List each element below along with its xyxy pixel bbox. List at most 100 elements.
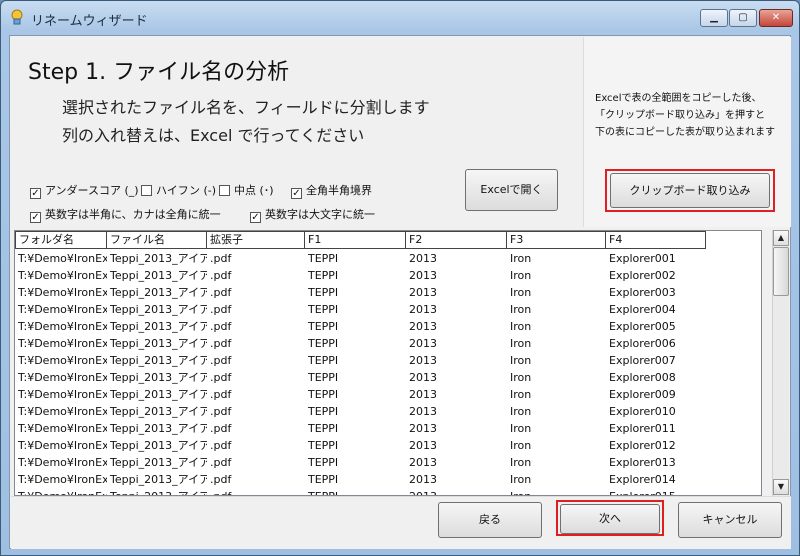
- checkbox-label: 全角半角境界: [306, 184, 372, 197]
- table-cell: TEPPI: [308, 286, 339, 299]
- column-header[interactable]: F3: [507, 231, 606, 249]
- checkbox-box[interactable]: ✓: [30, 188, 41, 199]
- table-cell: 2013: [409, 371, 437, 384]
- vertical-scrollbar[interactable]: ▲ ▼: [772, 230, 789, 496]
- table-cell: Iron: [510, 422, 532, 435]
- table-cell: Explorer007: [609, 354, 676, 367]
- table-cell: T:¥Demo¥IronExp: [18, 388, 107, 401]
- table-cell: Teppi_2013_アイアン: [110, 422, 207, 435]
- scroll-up-icon[interactable]: ▲: [773, 230, 789, 246]
- table-row[interactable]: T:¥Demo¥IronExpTeppi_2013_アイアン.pdfTEPPI2…: [15, 335, 707, 352]
- window-title: リネームウィザード: [31, 14, 148, 29]
- table-cell: Iron: [510, 456, 532, 469]
- table-cell: Teppi_2013_アイアン: [110, 286, 207, 299]
- table-cell: Teppi_2013_アイアン: [110, 354, 207, 367]
- alnum-kana-checkbox[interactable]: ✓ 英数字は半角に、カナは全角に統一: [30, 206, 221, 223]
- table-cell: TEPPI: [308, 320, 339, 333]
- field-grid[interactable]: フォルダ名 ファイル名 拡張子 F1 F2 F3 F4 T:¥Demo¥IronExp Tep…: [14, 230, 762, 496]
- description-line-1: 選択されたファイル名を、フィールドに分割します: [62, 98, 430, 117]
- title-bar[interactable]: リネームウィザード ▁ ▢ ✕: [1, 1, 799, 35]
- table-cell: Explorer001: [609, 252, 676, 265]
- uppercase-checkbox[interactable]: ✓ 英数字は大文字に統一: [250, 206, 375, 223]
- scroll-down-icon[interactable]: ▼: [773, 479, 789, 495]
- underscore-checkbox[interactable]: ✓ アンダースコア (_): [30, 182, 139, 199]
- table-cell: TEPPI: [308, 456, 339, 469]
- table-cell: 2013: [409, 303, 437, 316]
- middle-dot-checkbox[interactable]: 中点 (･): [219, 182, 274, 198]
- table-cell: .pdf: [207, 488, 305, 495]
- table-cell: Teppi_2013_アイアン: [110, 371, 207, 384]
- table-cell: TEPPI: [308, 405, 339, 418]
- table-cell: Iron: [510, 303, 532, 316]
- table-cell: Explorer011: [609, 422, 676, 435]
- column-header[interactable]: フォルダ名: [15, 231, 107, 249]
- clipboard-instruction-line: 下の表にコピーした表が取り込まれます: [595, 127, 775, 138]
- cancel-button[interactable]: キャンセル: [678, 502, 782, 538]
- table-cell: Teppi_2013_アイアン: [110, 456, 207, 469]
- table-cell: TEPPI: [308, 473, 339, 486]
- column-header[interactable]: F1: [305, 231, 406, 249]
- table-row[interactable]: T:¥Demo¥IronExpTeppi_2013_アイアン.pdfTEPPI2…: [15, 386, 707, 403]
- table-row[interactable]: T:¥Demo¥IronExpTeppi_2013_アイアン.pdfTEPPI2…: [15, 454, 707, 471]
- table-row[interactable]: T:¥Demo¥IronExpTeppi_2013_アイアン.pdfTEPPI2…: [15, 437, 707, 454]
- table-row[interactable]: T:¥Demo¥IronExpTeppi_2013_アイアン.pdfTEPPI2…: [15, 369, 707, 386]
- checkbox-label: ハイフン (-): [156, 184, 217, 197]
- table-row[interactable]: T:¥Demo¥IronExpTeppi_2013_アイアン.pdfTEPPI2…: [15, 301, 707, 318]
- close-button[interactable]: ✕: [759, 9, 793, 27]
- table-row[interactable]: T:¥Demo¥IronExpTeppi_2013_アイアン.pdfTEPPI2…: [15, 352, 707, 369]
- table-row[interactable]: T:¥Demo¥IronExpTeppi_2013_アイアン.pdfTEPPI2…: [15, 250, 707, 267]
- table-row[interactable]: T:¥Demo¥IronExpTeppi_2013_アイアン.pdfTEPPI2…: [15, 318, 707, 335]
- step-title: Step 1. ファイル名の分析: [28, 60, 290, 85]
- app-icon: [11, 9, 23, 25]
- checkbox-box[interactable]: [219, 185, 230, 196]
- column-header[interactable]: ファイル名: [107, 231, 207, 249]
- checkbox-box[interactable]: [141, 185, 152, 196]
- table-row[interactable]: T:¥Demo¥IronExpTeppi_2013_アイアン.pdfTEPPI2…: [15, 420, 707, 437]
- scroll-thumb[interactable]: [773, 247, 789, 296]
- checkbox-label: 中点 (･): [234, 184, 274, 197]
- table-cell: Teppi_2013_アイアン: [110, 269, 207, 282]
- table-cell: Iron: [510, 473, 532, 486]
- table-cell: T:¥Demo¥IronExp: [18, 354, 107, 367]
- table-cell: TEPPI: [308, 303, 339, 316]
- table-cell: 2013: [409, 439, 437, 452]
- table-cell: 2013: [409, 456, 437, 469]
- table-cell: 2013: [409, 354, 437, 367]
- checkbox-box[interactable]: ✓: [250, 212, 261, 223]
- table-cell: Iron: [510, 388, 532, 401]
- table-row[interactable]: T:¥Demo¥IronExpTeppi_2013_アイアン.pdfTEPPI2…: [15, 471, 707, 488]
- hyphen-checkbox[interactable]: ハイフン (-): [141, 182, 216, 198]
- table-cell: Explorer015: [606, 488, 706, 495]
- table-cell: Teppi_2013_アイアン: [110, 405, 207, 418]
- column-header[interactable]: 拡張子: [207, 231, 305, 249]
- table-cell: 2013: [409, 422, 437, 435]
- table-cell: 2013: [406, 488, 507, 495]
- column-header[interactable]: F4: [606, 231, 706, 249]
- table-cell: Explorer004: [609, 303, 676, 316]
- clipboard-import-button[interactable]: クリップボード取り込み: [610, 173, 770, 208]
- table-cell: T:¥Demo¥IronExp: [18, 371, 107, 384]
- table-row[interactable]: T:¥Demo¥IronExpTeppi_2013_アイアン.pdfTEPPI2…: [15, 488, 707, 495]
- open-excel-button[interactable]: Excelで開く: [465, 169, 558, 211]
- table-cell: T:¥Demo¥IronExp: [18, 422, 107, 435]
- table-cell: TEPPI: [305, 488, 406, 495]
- table-cell: TEPPI: [308, 439, 339, 452]
- table-cell: TEPPI: [308, 388, 339, 401]
- maximize-button[interactable]: ▢: [729, 9, 757, 27]
- table-cell: 2013: [409, 405, 437, 418]
- next-button[interactable]: 次へ: [560, 504, 660, 534]
- table-row[interactable]: T:¥Demo¥IronExpTeppi_2013_アイアン.pdfTEPPI2…: [15, 403, 707, 420]
- table-cell: Explorer002: [609, 269, 676, 282]
- column-header[interactable]: F2: [406, 231, 507, 249]
- table-cell: 2013: [409, 320, 437, 333]
- back-button[interactable]: 戻る: [438, 502, 542, 538]
- table-row[interactable]: T:¥Demo¥IronExpTeppi_2013_アイアン.pdfTEPPI2…: [15, 267, 707, 284]
- footer-panel: [11, 496, 791, 549]
- checkbox-box[interactable]: ✓: [291, 188, 302, 199]
- table-row[interactable]: T:¥Demo¥IronExpTeppi_2013_アイアン.pdfTEPPI2…: [15, 284, 707, 301]
- checkbox-box[interactable]: ✓: [30, 212, 41, 223]
- minimize-button[interactable]: ▁: [700, 9, 728, 27]
- table-cell: T:¥Demo¥IronExp: [18, 473, 107, 486]
- width-boundary-checkbox[interactable]: ✓ 全角半角境界: [291, 182, 372, 199]
- table-cell: T:¥Demo¥IronExp: [18, 456, 107, 469]
